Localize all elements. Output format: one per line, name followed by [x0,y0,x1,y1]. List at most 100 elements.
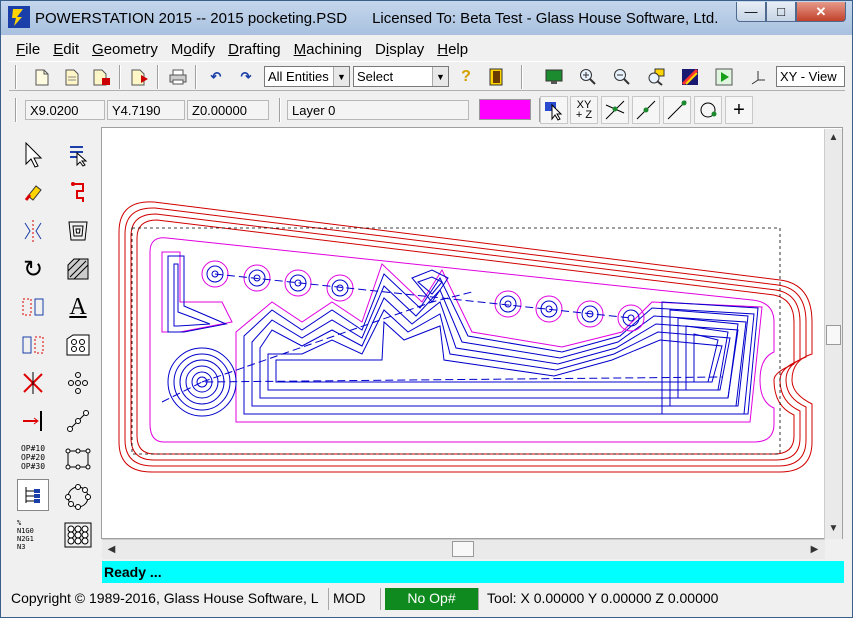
mirror-icon[interactable] [17,215,49,247]
drill-pattern-icon[interactable] [62,329,94,361]
new-file-icon[interactable] [31,66,53,88]
toolpath-select-icon[interactable] [62,139,94,171]
operation-status-badge: No Op# [385,588,479,610]
ready-message: Ready ... [102,561,844,583]
point-array-icon[interactable] [62,367,94,399]
nc-label: N3 [17,543,26,551]
layer-name-field[interactable]: Layer 0 [287,100,469,120]
close-button[interactable]: ✕ [796,2,846,22]
line-points-icon[interactable] [62,405,94,437]
drawing-canvas[interactable] [101,127,843,539]
menu-edit[interactable]: Edit [51,41,81,58]
pocket-toolpaths [167,255,759,417]
simulate-play-icon[interactable] [713,66,735,88]
left-tool-palette-2: A [56,129,100,557]
toolbar-separator [279,98,281,122]
vertical-scroll-thumb[interactable] [826,325,841,345]
move-copy-icon[interactable] [17,291,49,323]
rectangle-points-icon[interactable] [62,443,94,475]
nc-label: N2G1 [17,535,34,543]
open-file-icon[interactable] [61,66,83,88]
pick-entity-icon[interactable] [540,96,568,124]
x-coordinate-field[interactable]: X9.0200 [25,100,105,120]
toolbar-separator [195,65,197,89]
horizontal-scroll-thumb[interactable] [452,541,474,557]
powerstation-logo-icon [8,6,30,28]
operation-tree-icon[interactable] [17,479,49,511]
menu-display[interactable]: Display [373,41,426,58]
mode-indicator: MOD [329,588,381,610]
select-arrow-icon[interactable] [17,139,49,171]
text-tool-icon[interactable]: A [62,291,94,323]
toolbar-separator [521,65,523,89]
horizontal-scrollbar[interactable]: ◀ ▶ [102,539,825,559]
zoom-window-icon[interactable] [645,66,667,88]
left-tool-palette-1: ↻ OP#10 OP#20 OP#30 % N1G0 N2G1 N3 [11,129,55,557]
vertical-scrollbar[interactable]: ▲ ▼ [824,129,842,539]
bolt-circle-icon[interactable] [62,481,94,513]
extend-icon[interactable] [17,405,49,437]
maximize-button[interactable]: □ [766,2,796,22]
minimize-button[interactable]: — [736,2,766,22]
menu-modify[interactable]: Modify [169,41,217,58]
copyright-text: Copyright © 1989-2016, Glass House Softw… [7,588,329,610]
contour-path-icon[interactable] [62,177,94,209]
trim-scissors-icon[interactable] [17,367,49,399]
zoom-in-icon[interactable] [577,66,599,88]
menu-geometry[interactable]: Geometry [90,41,160,58]
chevron-down-icon[interactable]: ▼ [432,67,448,86]
midpoint-snap-icon[interactable] [632,96,660,124]
status-bar: Copyright © 1989-2016, Glass House Softw… [7,587,845,611]
help-question-icon[interactable]: ? [455,66,477,88]
axis-triad-icon[interactable] [747,66,769,88]
op-list-icon[interactable]: OP#10 OP#20 OP#30 [17,441,49,473]
redo-icon[interactable]: ↷ [235,66,257,88]
coordinate-toolbar: X9.0200 Y4.7190 Z0.00000 Layer 0 XY + Z … [9,92,845,127]
import-file-icon[interactable] [129,66,151,88]
tool-position-readout: Tool: X 0.00000 Y 0.00000 Z 0.00000 [487,590,719,606]
hatch-icon[interactable] [62,253,94,285]
grid-array-icon[interactable] [62,519,94,551]
scroll-left-icon[interactable]: ◀ [103,541,120,558]
print-icon[interactable] [167,66,189,88]
undo-icon[interactable]: ↶ [205,66,227,88]
menu-help[interactable]: Help [435,41,470,58]
window-title: POWERSTATION 2015 -- 2015 pocketing.PSD … [35,10,719,27]
intersection-snap-icon[interactable] [601,96,629,124]
zoom-out-icon[interactable] [611,66,633,88]
scroll-right-icon[interactable]: ▶ [806,541,823,558]
title-bar[interactable]: POWERSTATION 2015 -- 2015 pocketing.PSD … [1,1,852,35]
nc-label: N1G0 [17,527,34,535]
select-mode-select[interactable]: Select ▼ [353,66,449,87]
rotate-icon[interactable]: ↻ [17,253,49,285]
offset-copy-icon[interactable] [17,329,49,361]
view-select[interactable]: XY - View [776,66,845,87]
y-coordinate-field[interactable]: Y4.7190 [107,100,185,120]
menu-drafting[interactable]: Drafting [226,41,283,58]
save-file-icon[interactable] [91,66,113,88]
layer-color-swatch[interactable] [479,99,531,120]
op-label: OP#20 [20,452,46,462]
display-monitor-icon[interactable] [543,66,565,88]
pocket-path-icon[interactable] [62,215,94,247]
op-label: OP#30 [20,461,46,471]
endpoint-snap-icon[interactable] [663,96,691,124]
crosshair-snap-icon[interactable]: + [725,96,753,124]
menu-machining[interactable]: Machining [292,41,364,58]
z-coordinate-field[interactable]: Z0.00000 [187,100,269,120]
menu-file[interactable]: File [14,41,42,58]
nc-label: % [17,519,22,527]
application-window: POWERSTATION 2015 -- 2015 pocketing.PSD … [0,0,853,618]
xyz-snap-icon[interactable]: XY + Z [570,96,598,124]
chevron-down-icon[interactable]: ▼ [333,67,349,86]
eraser-icon[interactable] [17,177,49,209]
center-snap-icon[interactable] [694,96,722,124]
exit-door-icon[interactable] [485,66,507,88]
select-mode-value: Select [357,69,394,84]
op-label: OP#10 [20,443,46,453]
entity-filter-select[interactable]: All Entities ▼ [264,66,350,87]
shade-render-icon[interactable] [679,66,701,88]
nc-code-icon[interactable]: % N1G0 N2G1 N3 [17,519,49,551]
scroll-up-icon[interactable]: ▲ [825,129,842,146]
scroll-down-icon[interactable]: ▼ [825,520,842,537]
